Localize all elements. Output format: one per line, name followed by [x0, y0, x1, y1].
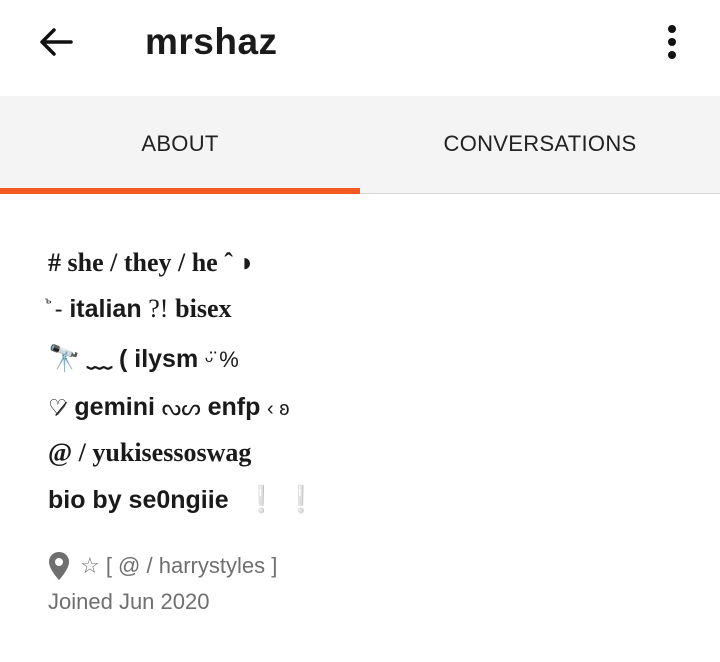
bio-gemini: gemini	[74, 393, 155, 421]
bio-dash: -	[54, 296, 63, 323]
bio-section: # she / they / he ˆ ◗ ꙸ - italian ?! bis…	[48, 240, 688, 522]
tab-conversations[interactable]: CONVERSATIONS	[360, 96, 720, 192]
bio-ilysm-tail: ᵕ̈ %	[204, 347, 239, 372]
bio-handle: @ / yukisessoswag	[48, 438, 252, 467]
bio-line-pronouns: # she / they / he ˆ ◗	[48, 240, 688, 286]
bio-line-ilysm: 🔭 ﹏ ( ilysm ᵕ̈ %	[48, 332, 688, 384]
bio-gemini-symbol: ᔓᔕ	[161, 395, 201, 420]
telescope-emoji: 🔭	[48, 343, 81, 373]
bio-line-handle: @ / yukisessoswag	[48, 430, 688, 476]
bio-ilysm: ﹏ ( ilysm	[87, 345, 199, 373]
location-pin-icon	[49, 552, 69, 580]
bio-line-gemini: ♡̷ gemini ᔓᔕ enfp ‹ ʚ	[48, 384, 688, 430]
active-tab-indicator	[0, 188, 360, 194]
bio-enfp: enfp	[207, 393, 261, 421]
bio-line-heritage: ꙸ - italian ?! bisex	[48, 286, 688, 332]
kebab-menu-icon	[668, 25, 676, 59]
bio-heart: ♡̷	[48, 395, 68, 420]
bio-italian: italian	[69, 295, 142, 323]
arrow-left-icon	[40, 28, 73, 56]
location-row: ☆ [ @ / harrystyles ]	[48, 548, 688, 584]
profile-meta: ☆ [ @ / harrystyles ] Joined Jun 2020	[48, 548, 688, 620]
tab-about[interactable]: ABOUT	[0, 96, 360, 192]
top-app-bar: mrshaz	[0, 0, 720, 96]
more-options-button[interactable]	[650, 20, 694, 64]
bio-punct: ?!	[148, 294, 169, 323]
page-title: mrshaz	[145, 21, 278, 62]
back-button[interactable]	[34, 20, 78, 64]
bio-line-credit: bio by se0ngiie ❕ ❕	[48, 476, 688, 522]
joined-date: Joined Jun 2020	[48, 589, 210, 614]
location-text: ☆ [ @ / harrystyles ]	[80, 553, 278, 578]
tab-bar: ABOUT CONVERSATIONS	[0, 96, 720, 194]
bio-bisex: bisex	[175, 294, 232, 323]
bio-enfp-tail: ‹ ʚ	[267, 398, 290, 420]
bio-exclaims: ❕ ❕	[245, 484, 318, 514]
bio-credit: bio by se0ngiie	[48, 486, 229, 514]
tab-conversations-label: CONVERSATIONS	[443, 131, 637, 156]
bio-pronouns-text: # she / they / he ˆ ◗	[48, 248, 256, 277]
tab-about-label: ABOUT	[141, 131, 219, 156]
